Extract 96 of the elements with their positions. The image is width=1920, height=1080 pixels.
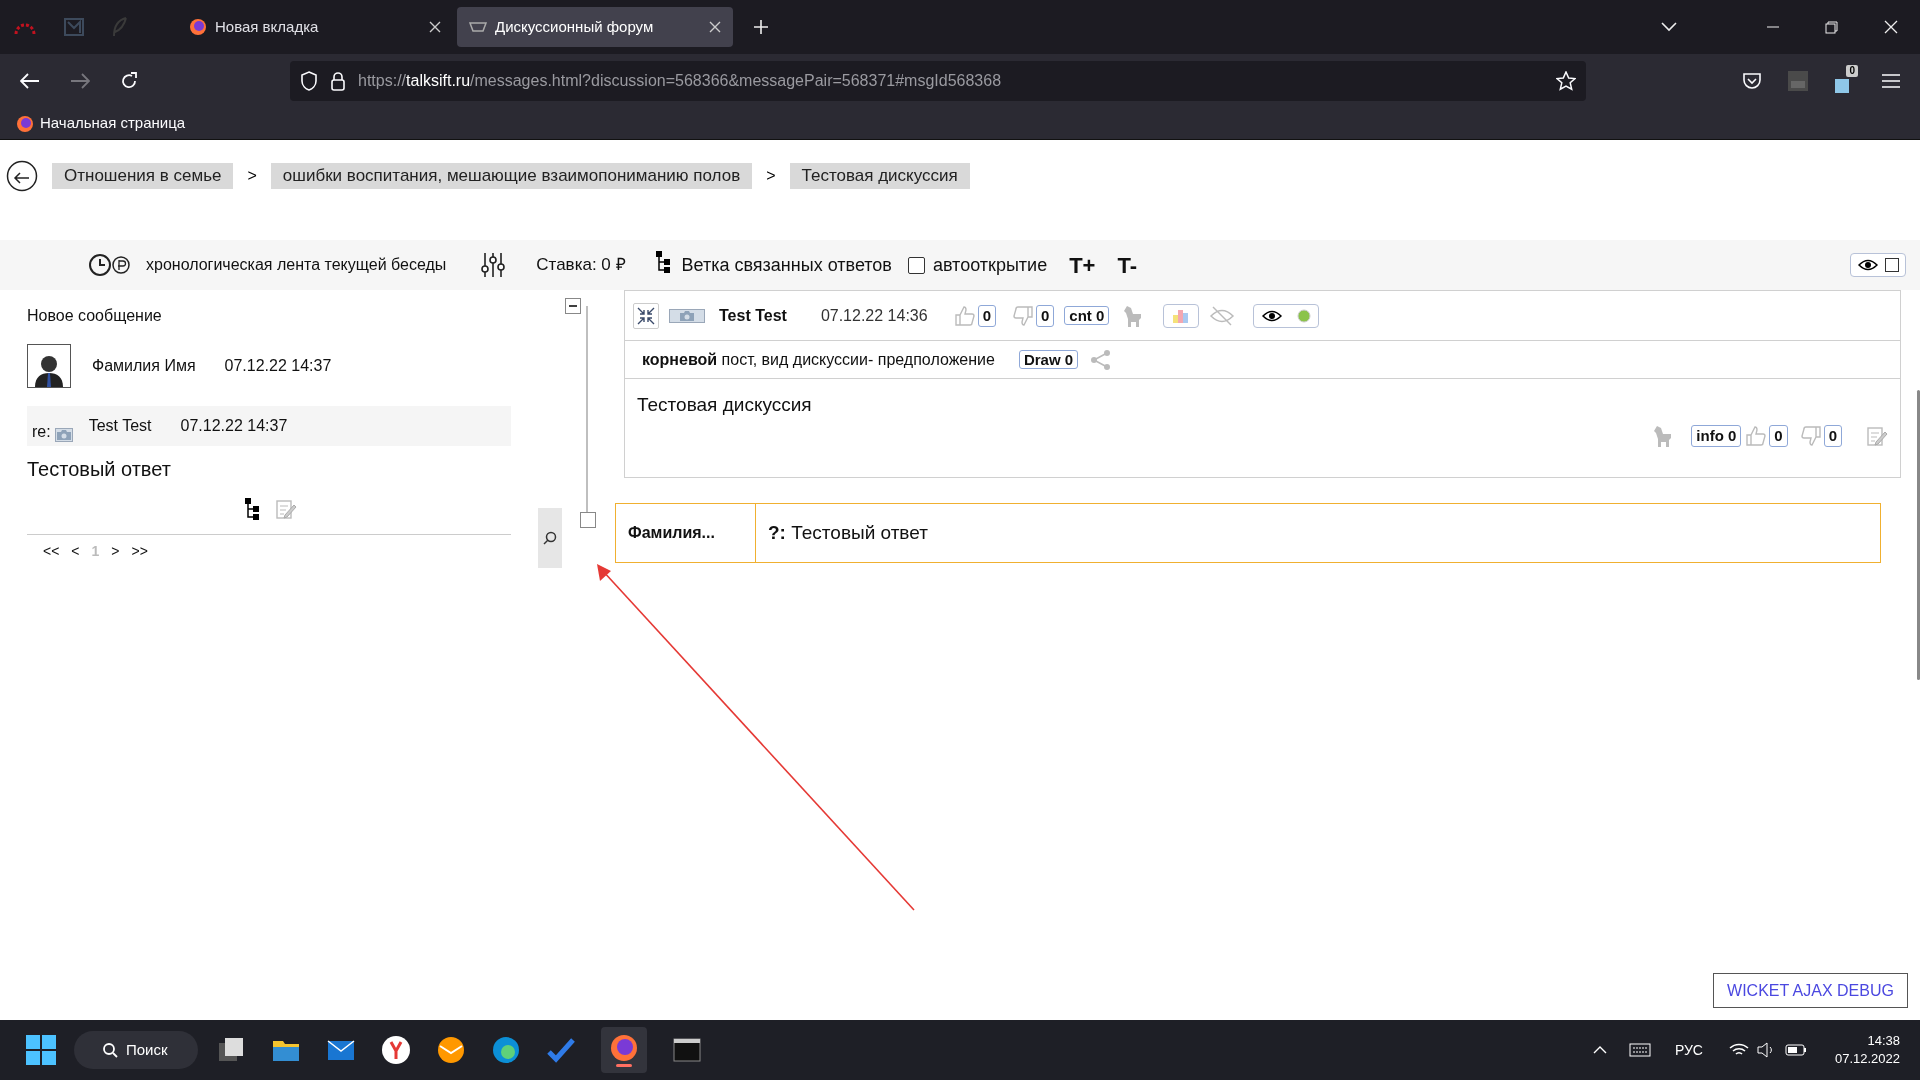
pocket-icon[interactable]: [1742, 72, 1762, 90]
checkbox-label: автооткрытие: [932, 253, 1048, 277]
address-bar[interactable]: https://talksift.ru/messages.html?discussion=568366&messagePair=568371#msgId568368: [290, 61, 1586, 101]
font-bigger-button[interactable]: T+: [1069, 248, 1096, 282]
active-app[interactable]: [601, 1027, 647, 1073]
avatar-placeholder: [669, 308, 705, 323]
back-arrow-icon[interactable]: [20, 73, 40, 89]
timeline-link[interactable]: хронологическая лента текущей беседы: [146, 253, 447, 277]
stake-text: Ставка: 0 ₽: [536, 254, 626, 277]
clock-date[interactable]: 07.12.2022: [1834, 1050, 1900, 1068]
font-smaller-button[interactable]: T-: [1117, 248, 1137, 282]
tree-node[interactable]: [580, 512, 596, 528]
terminal-icon[interactable]: [672, 1035, 702, 1065]
browser-tab[interactable]: Дискуссионный форум: [457, 7, 733, 47]
speaker-icon[interactable]: [1756, 1042, 1775, 1058]
breadcrumb-separator: >: [766, 166, 776, 186]
breadcrumb-link[interactable]: ошибки воспитания, мешающие взаимопониманию полов: [270, 163, 753, 189]
chevron-down-icon[interactable]: [1661, 22, 1677, 32]
back-circle-icon[interactable]: [6, 160, 38, 192]
lock-icon[interactable]: [330, 71, 346, 91]
breadcrumb-separator: >: [247, 166, 257, 186]
windows-start-icon[interactable]: [26, 1035, 56, 1065]
view-checkbox[interactable]: [1884, 258, 1899, 272]
thumbs-down-icon[interactable]: [1012, 304, 1034, 327]
thumbs-down-icon[interactable]: [1799, 424, 1822, 447]
post-meta: корневой пост, вид дискуссии- предположение: [642, 349, 995, 370]
eye-icon[interactable]: [1261, 309, 1282, 322]
reload-icon[interactable]: [120, 72, 138, 90]
chart-toggle[interactable]: [1163, 303, 1200, 328]
battery-icon[interactable]: [1784, 1044, 1807, 1056]
autoopen-checkbox[interactable]: [907, 256, 925, 274]
tree-icon[interactable]: [245, 498, 261, 520]
shield-icon[interactable]: [300, 71, 318, 91]
close-icon[interactable]: [709, 21, 721, 33]
post-text: Тестовая дискуссия: [637, 393, 813, 417]
like-count[interactable]: 0: [1769, 424, 1788, 447]
star-icon[interactable]: [1556, 71, 1576, 91]
pager-link[interactable]: >: [111, 541, 120, 562]
close-icon[interactable]: [429, 21, 441, 33]
bookmark-item[interactable]: Начальная страница: [16, 112, 186, 135]
thumbs-up-icon[interactable]: [1745, 424, 1768, 447]
count-badge[interactable]: cnt 0: [1064, 305, 1110, 325]
url-text: https://talksift.ru/messages.html?discussion=568366&messagePair=568371#msgId568368: [358, 71, 1003, 91]
bowl-icon: [469, 21, 487, 33]
timestamp: 07.12.22 14:36: [820, 305, 928, 326]
timestamp: 07.12.22 14:37: [180, 416, 288, 436]
dislike-count[interactable]: 0: [1823, 424, 1842, 447]
collapse-arrows-button[interactable]: [633, 302, 659, 329]
search-icon: [102, 1042, 118, 1058]
pager-link[interactable]: <: [71, 541, 80, 562]
message-text: Тестовый ответ: [27, 457, 172, 482]
thumbs-up-icon[interactable]: [953, 304, 976, 327]
restore-icon[interactable]: [1825, 20, 1838, 34]
menu-icon[interactable]: [1882, 74, 1900, 88]
info-badge[interactable]: info 0: [1691, 424, 1742, 447]
browser-tab[interactable]: Новая вкладка: [177, 7, 453, 47]
shrink-arrows-icon: [637, 306, 655, 325]
avatar-placeholder: [54, 428, 73, 442]
minus-icon: [569, 305, 577, 307]
dislike-count[interactable]: 0: [1036, 304, 1055, 327]
sliders-icon[interactable]: [480, 252, 507, 278]
author-name: Test Test: [719, 305, 787, 326]
breadcrumb-link[interactable]: Отношения в семье: [52, 163, 234, 189]
badge-count: 0: [1846, 65, 1858, 77]
chevron-up-icon[interactable]: [1592, 1046, 1607, 1054]
clock-time[interactable]: 14:38: [1867, 1032, 1900, 1050]
pager-link[interactable]: <<: [43, 541, 60, 562]
draw-badge[interactable]: Draw 0: [1018, 349, 1079, 369]
reply-text: ?: Тестовый ответ: [768, 520, 928, 545]
language-indicator[interactable]: РУС: [1674, 1039, 1703, 1061]
search-icon: [543, 531, 557, 545]
eye-icon[interactable]: [1857, 259, 1878, 271]
panel-title: Новое сообщение: [27, 306, 163, 326]
plus-icon[interactable]: [753, 19, 769, 35]
timestamp: 07.12.22 14:37: [224, 356, 332, 376]
debug-button[interactable]: WICKET AJAX DEBUG: [1713, 973, 1908, 1008]
forward-arrow-icon[interactable]: [70, 73, 90, 89]
keyboard-icon[interactable]: [1628, 1043, 1651, 1057]
search-field[interactable]: Поиск: [74, 1031, 198, 1069]
y-letter-icon[interactable]: [381, 1035, 411, 1065]
author-name: Test Test: [88, 416, 152, 436]
branch-link[interactable]: Ветка связанных ответов: [681, 251, 892, 279]
reply-card[interactable]: Фамилия... ?: Тестовый ответ: [615, 503, 1881, 563]
re-label: re:: [32, 422, 51, 442]
person-silhouette-icon: [34, 353, 64, 387]
pager-link[interactable]: >>: [131, 541, 148, 562]
like-count[interactable]: 0: [977, 304, 996, 327]
status-dot[interactable]: [1296, 308, 1311, 323]
breadcrumb-link[interactable]: Тестовая дискуссия: [789, 163, 970, 189]
tree-icon[interactable]: [655, 251, 672, 273]
author-name: Фамилия Имя: [92, 356, 196, 376]
clock-icon[interactable]: [88, 252, 132, 278]
collapse-button[interactable]: [565, 298, 581, 314]
author-name: Фамилия...: [616, 504, 756, 562]
search-button[interactable]: [538, 508, 562, 568]
envelope-circle-icon[interactable]: [436, 1035, 466, 1065]
